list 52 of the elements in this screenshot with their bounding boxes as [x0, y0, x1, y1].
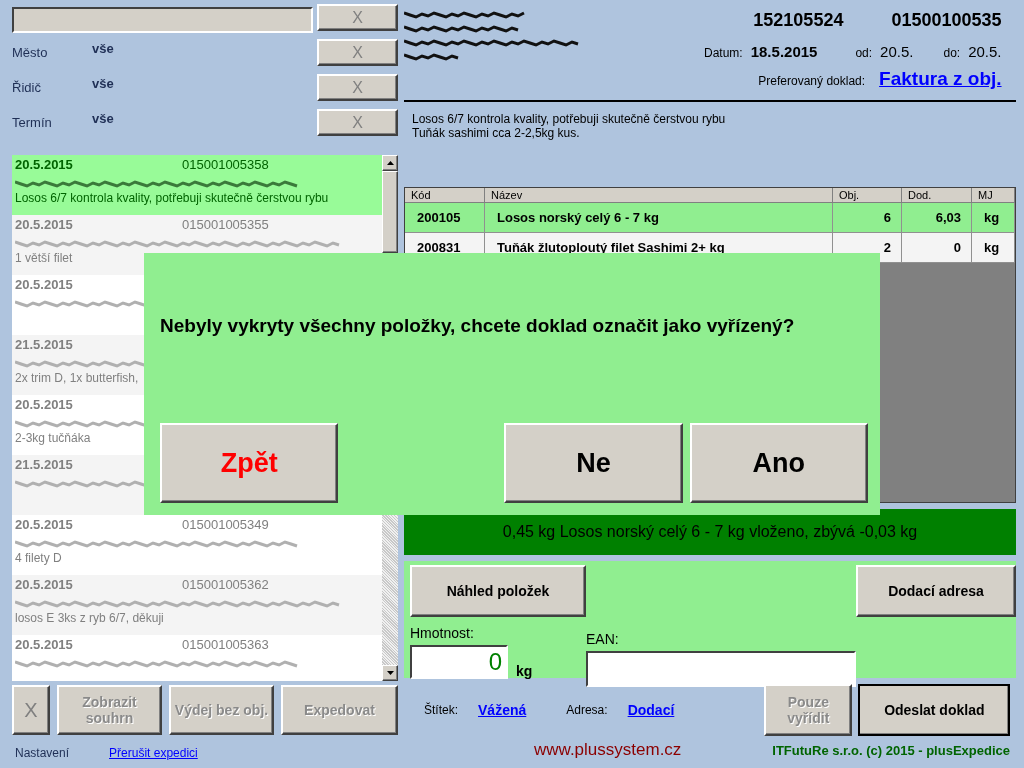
filter-label: Termín — [12, 115, 53, 130]
from-label: od: — [855, 46, 873, 60]
order-note: Tuňák sashimi cca 2-2,5kg kus. — [412, 126, 581, 140]
order-date: 20.5.2015 — [15, 397, 74, 414]
order-note: 2x trim D, 1x butterfish, — [15, 371, 140, 385]
order-note: Losos 6/7 kontrola kvality, potřebuji skutečně čerstvou rybu — [412, 112, 727, 126]
order-date: 21.5.2015 — [15, 337, 74, 354]
filter-value: vše — [92, 41, 115, 56]
filter-label: Město — [12, 45, 49, 60]
filter-value: vše — [92, 76, 115, 91]
order-note: losos E 3ks z ryb 6/7, děkuji — [15, 611, 165, 625]
order-number: 015001005362 — [182, 577, 269, 594]
filter-label: Řidič — [12, 80, 42, 95]
order-number: 015001005349 — [182, 517, 269, 534]
preferred-label: Preferovaný doklad: — [758, 74, 866, 88]
order-date: 20.5.2015 — [15, 157, 74, 174]
order-number: 015001005358 — [182, 157, 269, 174]
date-value: 18.5.2015 — [750, 43, 818, 60]
order-number: 015001005355 — [182, 217, 269, 234]
order-date: 20.5.2015 — [15, 217, 74, 234]
label-caption: Štítek: — [424, 703, 458, 717]
table-cell: 6,03 — [902, 203, 972, 233]
document-number: 01500100535 — [891, 10, 1002, 31]
order-note: 4 filety D — [15, 551, 63, 565]
order-date: 20.5.2015 — [15, 517, 74, 534]
date-label: Datum: — [704, 46, 743, 60]
order-date: 21.5.2015 — [15, 457, 74, 474]
table-cell: 6 — [833, 203, 902, 233]
from-value: 20.5. — [880, 43, 914, 60]
dialog-message: Nebyly vykryty všechny položky, chcete doklad označit jako vyřízený? — [160, 315, 796, 337]
order-date: 20.5.2015 — [15, 637, 74, 654]
order-note: 1 větší filet — [15, 251, 74, 265]
address-caption: Adresa: — [566, 703, 608, 717]
order-number: 152105524 — [753, 10, 844, 31]
order-note: 2-3kg tučňáka — [15, 431, 92, 445]
table-cell: kg — [972, 203, 1015, 233]
to-label: do: — [943, 46, 961, 60]
table-cell: kg — [972, 233, 1015, 263]
table-cell: Losos norský celý 6 - 7 kg — [485, 203, 833, 233]
order-date: 20.5.2015 — [15, 577, 74, 594]
weight-label: Hmotnost: — [410, 625, 475, 641]
order-date: 20.5.2015 — [15, 277, 74, 294]
filter-value: vše — [92, 111, 115, 126]
website-text: www.plussystem.cz — [534, 740, 682, 760]
order-number: 015001005363 — [182, 637, 269, 654]
table-cell: 0 — [902, 233, 972, 263]
copyright-text: ITFutuRe s.r.o. (c) 2015 - plusExpedice — [772, 742, 1010, 758]
unit-label: kg — [516, 663, 533, 679]
to-value: 20.5. — [968, 43, 1002, 60]
order-note: Losos 6/7 kontrola kvality, potřebuji skutečně čerstvou rybu — [15, 191, 330, 205]
table-cell: 200105 — [405, 203, 485, 233]
ean-label: EAN: — [586, 631, 620, 647]
